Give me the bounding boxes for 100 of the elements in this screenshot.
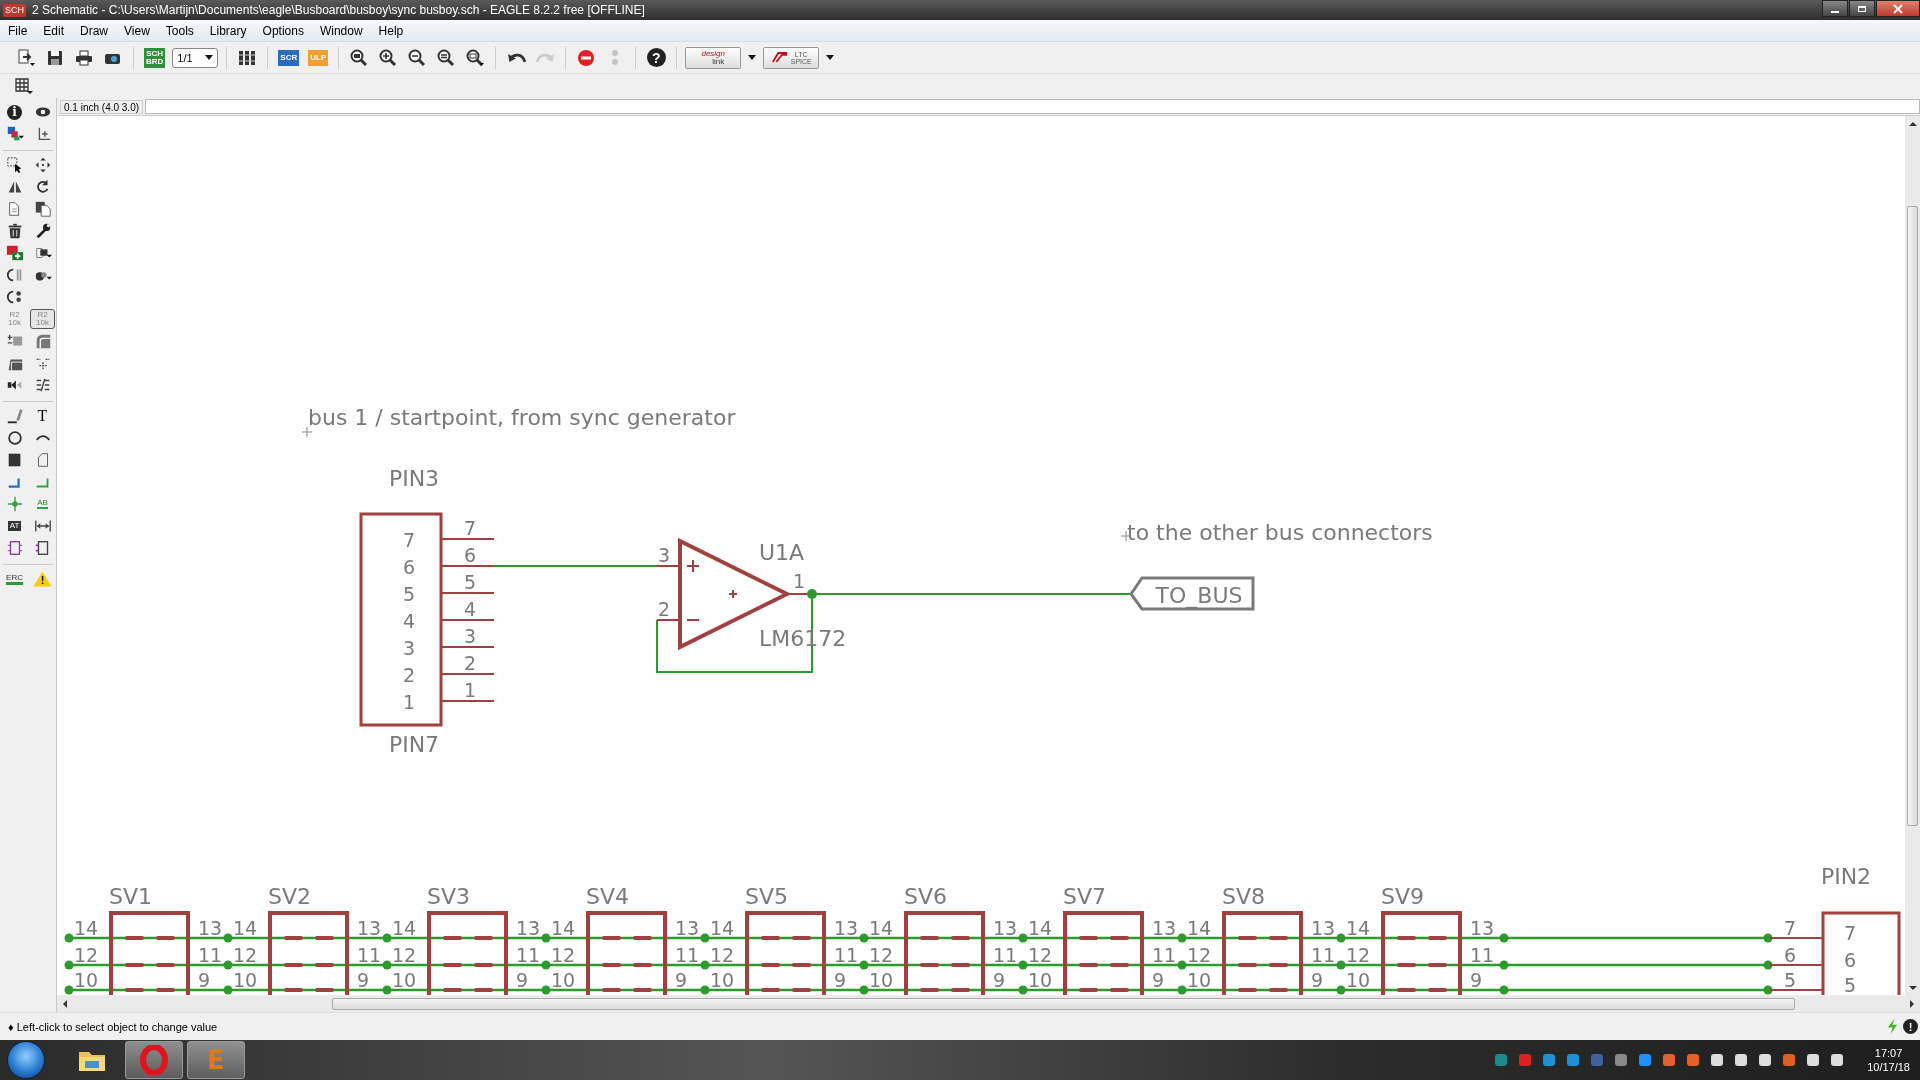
tray-icon[interactable] bbox=[1757, 1052, 1774, 1068]
sch-brd-button[interactable]: SCH BRD bbox=[142, 45, 168, 70]
pin-number: 13 bbox=[1311, 917, 1336, 939]
pin-number: 7 bbox=[1783, 917, 1797, 939]
scroll-thumb[interactable] bbox=[332, 998, 1795, 1010]
pad bbox=[920, 963, 939, 967]
part-name: SV1 bbox=[109, 884, 152, 909]
pad bbox=[474, 963, 493, 967]
pin-number: 10 bbox=[1346, 969, 1371, 991]
pin-number: 12 bbox=[392, 944, 417, 966]
scroll-thumb[interactable] bbox=[1907, 206, 1918, 826]
pin-number: 10 bbox=[1187, 969, 1212, 991]
pin-number: 9 bbox=[993, 969, 1006, 991]
pin-number: 1 bbox=[793, 570, 806, 592]
pin-number: 9 bbox=[1152, 969, 1165, 991]
pin-number: 10 bbox=[392, 969, 417, 991]
pad bbox=[156, 963, 175, 967]
pin-number: 11 bbox=[993, 944, 1018, 966]
pin-number: 4 bbox=[463, 598, 477, 620]
pad-number: 5 bbox=[402, 583, 416, 605]
design-link-button[interactable]: design link bbox=[685, 46, 742, 69]
close-button[interactable] bbox=[1876, 0, 1920, 17]
junction-dot bbox=[1336, 985, 1346, 995]
pin-number: 12 bbox=[74, 944, 99, 966]
scale-dropdown[interactable]: 1/1 bbox=[172, 47, 219, 68]
pin-number: 2 bbox=[657, 598, 670, 620]
tray-icon[interactable] bbox=[1829, 1052, 1846, 1068]
pin-number: 10 bbox=[74, 969, 99, 991]
junction-dot bbox=[1763, 960, 1773, 970]
pin-line bbox=[1769, 964, 1824, 966]
pad bbox=[1079, 936, 1098, 940]
pin-number: 3 bbox=[463, 625, 477, 647]
menu-item[interactable]: Edit bbox=[35, 23, 73, 38]
start-button[interactable] bbox=[7, 1041, 45, 1079]
pad bbox=[1238, 936, 1257, 940]
junction-dot bbox=[807, 589, 817, 599]
pad bbox=[443, 963, 462, 967]
pin-number: 12 bbox=[1028, 944, 1053, 966]
pad bbox=[315, 936, 334, 940]
pad bbox=[602, 963, 621, 967]
junction-dot bbox=[1018, 933, 1028, 943]
tray-icon[interactable] bbox=[1733, 1052, 1750, 1068]
maximize-button[interactable] bbox=[1849, 0, 1875, 17]
junction-icon bbox=[5, 495, 24, 513]
close-icon bbox=[1893, 3, 1903, 14]
text-tool[interactable]: T bbox=[30, 406, 55, 426]
pin-number: 12 bbox=[710, 944, 735, 966]
menu-item[interactable]: Window bbox=[311, 23, 371, 38]
zoom-in-icon bbox=[378, 47, 399, 68]
pin-number: 5 bbox=[1783, 969, 1797, 991]
logo-icon bbox=[770, 51, 789, 64]
clock-time: 17:07 bbox=[1874, 1045, 1903, 1060]
minimize-button[interactable] bbox=[1822, 0, 1848, 17]
command-field[interactable] bbox=[145, 99, 1920, 114]
pad-number: 6 bbox=[1843, 949, 1857, 971]
menu-item[interactable]: Library bbox=[201, 23, 255, 38]
pin-number: 11 bbox=[198, 944, 223, 966]
go-icon bbox=[611, 49, 620, 66]
pin-line bbox=[440, 700, 495, 702]
pad bbox=[474, 988, 493, 992]
pin-number: 9 bbox=[198, 969, 211, 991]
junction-dot bbox=[541, 985, 551, 995]
menu-item[interactable]: View bbox=[116, 23, 158, 38]
part-value: PIN7 bbox=[388, 732, 440, 757]
pad bbox=[920, 988, 939, 992]
pin-number: 14 bbox=[551, 917, 576, 939]
junction-dot bbox=[700, 985, 710, 995]
pad bbox=[1269, 936, 1288, 940]
pin-number: 9 bbox=[1470, 969, 1483, 991]
label-tool[interactable]: AB bbox=[30, 494, 55, 514]
pad bbox=[1397, 988, 1416, 992]
pad bbox=[761, 936, 780, 940]
pin-number: 10 bbox=[551, 969, 576, 991]
tray-icon[interactable] bbox=[1709, 1052, 1726, 1068]
pad bbox=[792, 936, 811, 940]
pin-line bbox=[440, 619, 495, 621]
pad bbox=[920, 936, 939, 940]
info-tool[interactable]: i bbox=[2, 102, 27, 122]
pad bbox=[1428, 963, 1447, 967]
status-message: ♦ Left-click to select object to change value bbox=[8, 1020, 218, 1033]
pin-number: 13 bbox=[198, 917, 223, 939]
app-logo: E bbox=[207, 1045, 225, 1075]
junction-dot bbox=[382, 933, 392, 943]
horizontal-scrollbar[interactable] bbox=[57, 996, 1920, 1012]
pin-number: 13 bbox=[993, 917, 1018, 939]
menu-item[interactable]: Draw bbox=[72, 23, 117, 38]
menu-item[interactable]: Tools bbox=[157, 23, 202, 38]
menu-item[interactable]: Options bbox=[254, 23, 312, 38]
attribute-tool[interactable]: AT bbox=[2, 516, 27, 536]
pin-number: 10 bbox=[233, 969, 258, 991]
pin-number: 1 bbox=[463, 679, 477, 701]
pin-line bbox=[440, 646, 495, 648]
erc-tool[interactable]: ERC bbox=[2, 569, 27, 589]
zoom-last-icon bbox=[436, 47, 457, 68]
menu-item[interactable]: Help bbox=[370, 23, 412, 38]
menu-item[interactable]: File bbox=[0, 23, 36, 38]
pin-number: 13 bbox=[1152, 917, 1177, 939]
origin-mark bbox=[301, 426, 313, 438]
vertical-scrollbar[interactable] bbox=[1905, 116, 1920, 996]
tray-icon[interactable] bbox=[1805, 1052, 1822, 1068]
